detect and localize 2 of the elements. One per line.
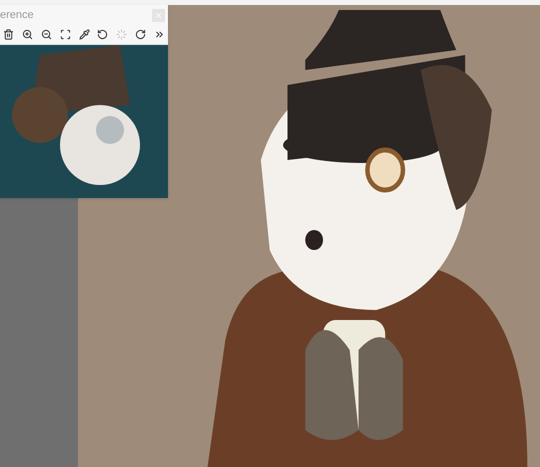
close-icon [154, 10, 163, 20]
panel-title: erence [0, 10, 34, 20]
